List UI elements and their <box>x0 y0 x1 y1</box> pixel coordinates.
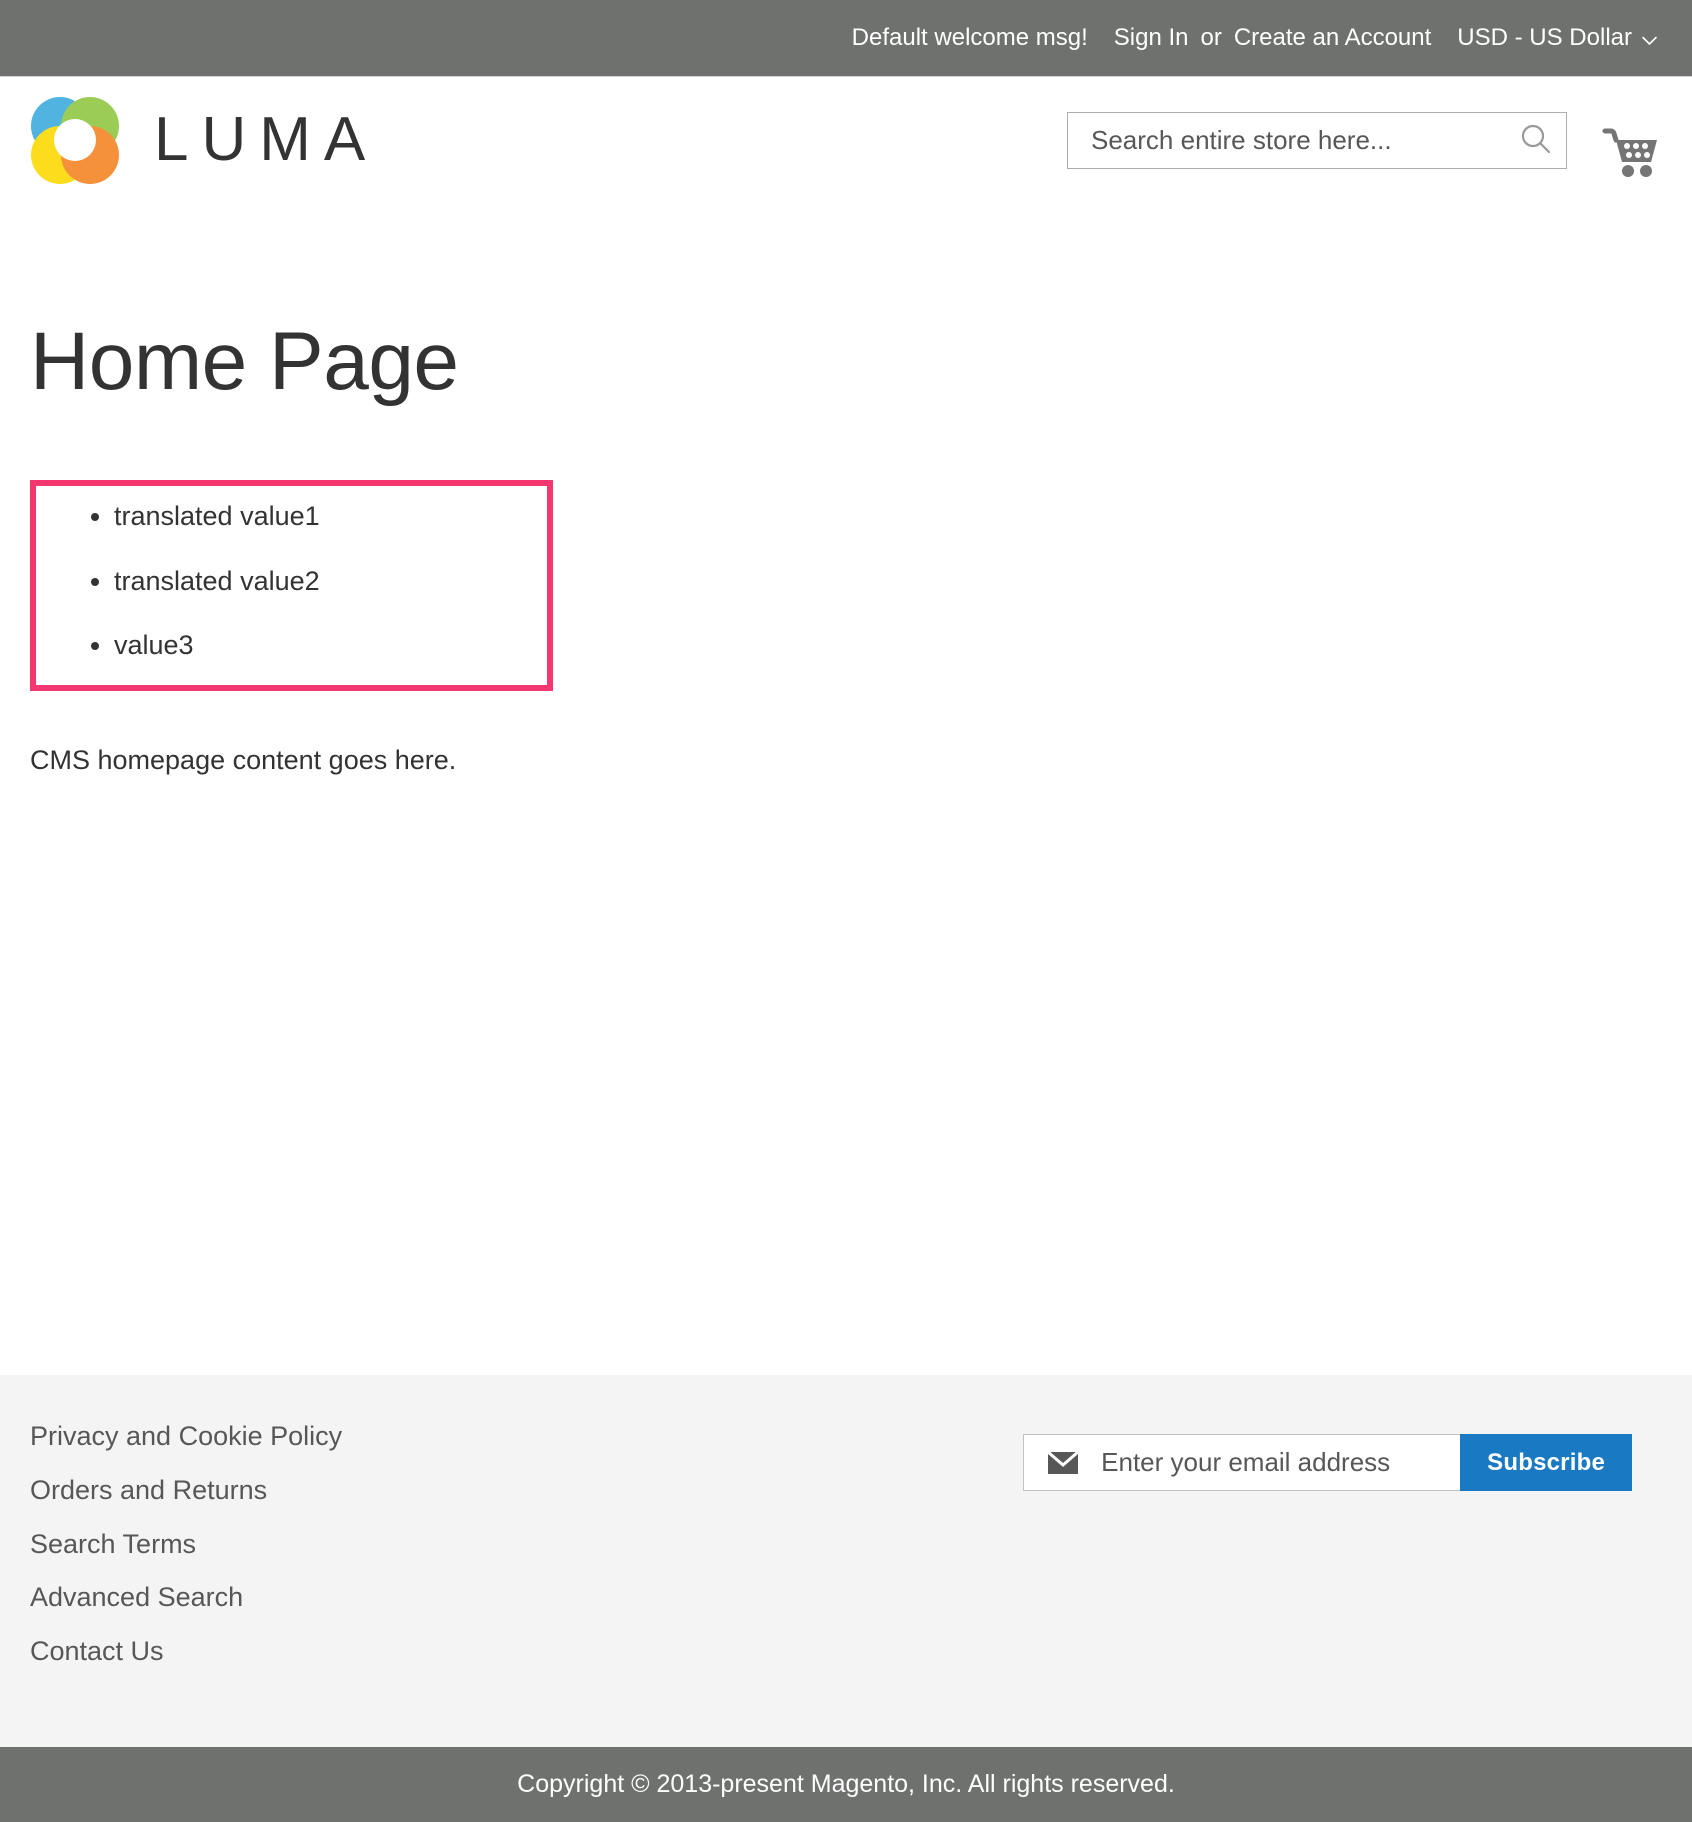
footer-link-item: Search Terms <box>30 1526 342 1564</box>
chevron-down-icon <box>1641 32 1658 49</box>
welcome-message: Default welcome msg! <box>851 24 1088 51</box>
translated-values-highlight-box: translated value1 translated value2 valu… <box>30 480 553 692</box>
envelope-icon <box>1047 1450 1080 1475</box>
sign-in-link[interactable]: Sign In <box>1114 24 1189 52</box>
footer-link-orders-and-returns[interactable]: Orders and Returns <box>30 1475 267 1505</box>
footer-link-item: Orders and Returns <box>30 1472 342 1510</box>
footer-link-item: Contact Us <box>30 1633 342 1671</box>
footer-links: Privacy and Cookie Policy Orders and Ret… <box>30 1418 342 1687</box>
newsletter-form: Subscribe <box>1023 1434 1632 1491</box>
search-input[interactable] <box>1067 112 1567 169</box>
footer-link-contact-us[interactable]: Contact Us <box>30 1636 164 1666</box>
shopping-cart-icon <box>1600 128 1662 183</box>
or-separator: or <box>1200 24 1222 51</box>
list-item: translated value2 <box>114 565 547 597</box>
top-panel: Default welcome msg! Sign In or Create a… <box>0 0 1692 77</box>
footer-link-item: Privacy and Cookie Policy <box>30 1418 342 1456</box>
footer-link-search-terms[interactable]: Search Terms <box>30 1529 196 1559</box>
footer-link-item: Advanced Search <box>30 1579 342 1617</box>
cms-paragraph: CMS homepage content goes here. <box>30 745 457 776</box>
footer-link-advanced-search[interactable]: Advanced Search <box>30 1582 243 1612</box>
footer-content: Privacy and Cookie Policy Orders and Ret… <box>0 1375 1692 1687</box>
copyright-text: Copyright © 2013-present Magento, Inc. A… <box>517 1770 1175 1798</box>
newsletter-field <box>1023 1434 1461 1491</box>
list-item: value3 <box>114 629 547 661</box>
copyright-bar: Copyright © 2013-present Magento, Inc. A… <box>0 1747 1692 1822</box>
logo-text: LUMA <box>154 105 379 174</box>
currency-switcher-label: USD - US Dollar <box>1457 24 1632 51</box>
currency-switcher[interactable]: USD - US Dollar <box>1457 24 1658 52</box>
site-footer: Privacy and Cookie Policy Orders and Ret… <box>0 1375 1692 1822</box>
minicart-link[interactable] <box>1600 125 1662 179</box>
search-button[interactable] <box>1513 118 1559 164</box>
top-panel-links: Default welcome msg! Sign In or Create a… <box>852 24 1658 52</box>
list-item: translated value1 <box>114 500 547 532</box>
search-block <box>1067 112 1567 169</box>
search-icon <box>1519 122 1553 159</box>
site-header: LUMA <box>0 77 1692 227</box>
subscribe-button[interactable]: Subscribe <box>1460 1434 1632 1491</box>
luma-logo-icon <box>30 95 120 185</box>
main-content: Home Page translated value1 translated v… <box>0 227 1692 1307</box>
newsletter-email-input[interactable] <box>1099 1435 1461 1490</box>
logo-link[interactable]: LUMA <box>30 95 378 185</box>
page-title: Home Page <box>30 316 459 407</box>
create-account-link[interactable]: Create an Account <box>1234 24 1431 52</box>
cms-list: translated value1 translated value2 valu… <box>36 500 547 661</box>
footer-link-privacy-and-cookie-policy[interactable]: Privacy and Cookie Policy <box>30 1421 342 1451</box>
